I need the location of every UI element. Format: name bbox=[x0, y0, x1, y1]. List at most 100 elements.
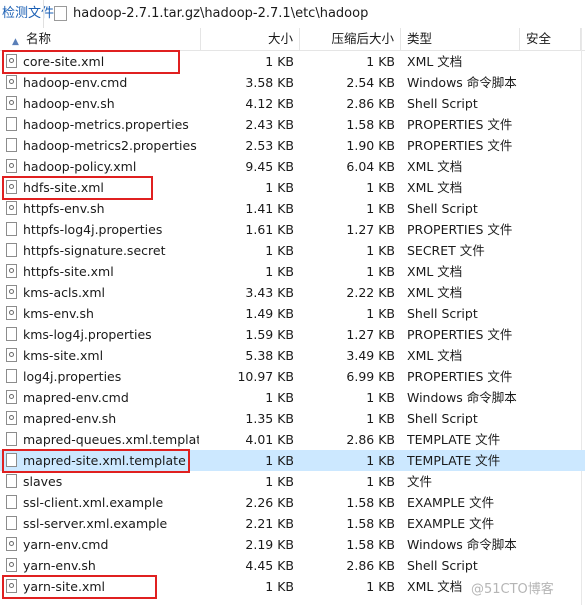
file-row[interactable]: kms-acls.xml 3.43 KB 2.22 KB XML 文档 bbox=[0, 282, 585, 303]
file-row[interactable]: httpfs-site.xml 1 KB 1 KB XML 文档 bbox=[0, 261, 585, 282]
file-size: 1 KB bbox=[265, 264, 294, 279]
file-name: mapred-env.sh bbox=[23, 411, 117, 426]
file-row[interactable]: mapred-queues.xml.template 4.01 KB 2.86 KB… bbox=[0, 429, 585, 450]
file-row[interactable]: kms-site.xml 5.38 KB 3.49 KB XML 文档 bbox=[0, 345, 585, 366]
watermark-text: @51CTO博客 bbox=[471, 582, 554, 597]
script-icon bbox=[6, 390, 19, 405]
file-row[interactable]: httpfs-signature.secret 1 KB 1 KB SECRET 文件 bbox=[0, 240, 585, 261]
file-type: PROPERTIES 文件 bbox=[407, 369, 513, 384]
file-size: 1.49 KB bbox=[245, 306, 294, 321]
file-row[interactable]: hadoop-policy.xml 9.45 KB 6.04 KB XML 文档 bbox=[0, 156, 585, 177]
file-row[interactable]: hadoop-metrics2.properties 2.53 KB 1.90 KB… bbox=[0, 135, 585, 156]
file-name: hadoop-env.sh bbox=[23, 96, 115, 111]
file-size: 2.43 KB bbox=[245, 117, 294, 132]
address-path[interactable]: hadoop-2.7.1.tar.gz\hadoop-2.7.1\etc\had… bbox=[73, 0, 368, 28]
file-row[interactable]: yarn-env.cmd 2.19 KB 1.58 KB Windows 命令脚本 bbox=[0, 534, 585, 555]
blank-file-icon bbox=[6, 495, 19, 510]
blank-file-icon bbox=[6, 516, 19, 531]
file-compressed-size: 1 KB bbox=[366, 390, 395, 405]
file-size: 4.12 KB bbox=[245, 96, 294, 111]
column-header-row: ▲ 名称 大小 压缩后大小 类型 安全 bbox=[0, 28, 585, 51]
file-size: 1.61 KB bbox=[245, 222, 294, 237]
file-row[interactable]: kms-env.sh 1.49 KB 1 KB Shell Script bbox=[0, 303, 585, 324]
file-compressed-size: 1 KB bbox=[366, 54, 395, 69]
file-row[interactable]: log4j.properties 10.97 KB 6.99 KB PROPERTIE… bbox=[0, 366, 585, 387]
file-type: 文件 bbox=[407, 474, 433, 489]
column-header-encrypted[interactable]: 安全 bbox=[520, 28, 581, 50]
blank-file-icon bbox=[6, 453, 19, 468]
column-header-compressed-size[interactable]: 压缩后大小 bbox=[300, 28, 401, 50]
file-size: 1.35 KB bbox=[245, 411, 294, 426]
file-type: PROPERTIES 文件 bbox=[407, 117, 513, 132]
file-type: XML 文档 bbox=[407, 180, 463, 195]
file-compressed-size: 1 KB bbox=[366, 474, 395, 489]
file-name: core-site.xml bbox=[23, 54, 105, 69]
file-row[interactable]: hadoop-metrics.properties 2.43 KB 1.58 KB P… bbox=[0, 114, 585, 135]
file-compressed-size: 1 KB bbox=[366, 243, 395, 258]
column-header-type[interactable]: 类型 bbox=[401, 28, 520, 50]
file-type: EXAMPLE 文件 bbox=[407, 495, 495, 510]
file-type: XML 文档 bbox=[407, 54, 463, 69]
blank-file-icon bbox=[6, 138, 19, 153]
back-nav-label[interactable]: 检测文件 bbox=[0, 0, 54, 28]
file-row[interactable]: ssl-server.xml.example 2.21 KB 1.58 KB EXAM… bbox=[0, 513, 585, 534]
file-name: yarn-env.cmd bbox=[23, 537, 109, 552]
file-name: ssl-client.xml.example bbox=[23, 495, 164, 510]
file-row[interactable]: hadoop-env.sh 4.12 KB 2.86 KB Shell Script bbox=[0, 93, 585, 114]
script-icon bbox=[6, 75, 19, 90]
file-compressed-size: 2.86 KB bbox=[346, 558, 395, 573]
blank-file-icon bbox=[6, 369, 19, 384]
file-name: kms-site.xml bbox=[23, 348, 104, 363]
file-name: hadoop-metrics2.properties bbox=[23, 138, 197, 153]
file-type: PROPERTIES 文件 bbox=[407, 222, 513, 237]
file-row[interactable]: httpfs-log4j.properties 1.61 KB 1.27 KB PRO… bbox=[0, 219, 585, 240]
blank-file-icon bbox=[6, 243, 19, 258]
file-type: Shell Script bbox=[407, 306, 478, 321]
toolbar-divider bbox=[43, 0, 44, 28]
file-compressed-size: 1 KB bbox=[366, 411, 395, 426]
file-compressed-size: 2.86 KB bbox=[346, 432, 395, 447]
file-type: XML 文档 bbox=[407, 285, 463, 300]
file-type: PROPERTIES 文件 bbox=[407, 138, 513, 153]
file-row[interactable]: hadoop-env.cmd 3.58 KB 2.54 KB Windows 命令脚本 bbox=[0, 72, 585, 93]
file-compressed-size: 1 KB bbox=[366, 264, 395, 279]
column-header-size[interactable]: 大小 bbox=[201, 28, 300, 50]
file-compressed-size: 1 KB bbox=[366, 180, 395, 195]
file-size: 4.45 KB bbox=[245, 558, 294, 573]
file-row[interactable]: yarn-env.sh 4.45 KB 2.86 KB Shell Script bbox=[0, 555, 585, 576]
file-type: XML 文档 bbox=[407, 348, 463, 363]
file-row[interactable]: ssl-client.xml.example 2.26 KB 1.58 KB EXAM… bbox=[0, 492, 585, 513]
file-name: httpfs-signature.secret bbox=[23, 243, 166, 258]
file-name: log4j.properties bbox=[23, 369, 122, 384]
file-row[interactable]: mapred-site.xml.template 1 KB 1 KB TEMPLATE… bbox=[0, 449, 585, 473]
file-row[interactable]: core-site.xml 1 KB 1 KB XML 文档 bbox=[0, 50, 585, 74]
file-row[interactable]: httpfs-env.sh 1.41 KB 1 KB Shell Script bbox=[0, 198, 585, 219]
file-size: 9.45 KB bbox=[245, 159, 294, 174]
document-icon bbox=[6, 159, 19, 174]
file-row[interactable]: mapred-env.sh 1.35 KB 1 KB Shell Script bbox=[0, 408, 585, 429]
file-row[interactable]: mapred-env.cmd 1 KB 1 KB Windows 命令脚本 bbox=[0, 387, 585, 408]
address-toolbar: 检测文件 hadoop-2.7.1.tar.gz\hadoop-2.7.1\et… bbox=[0, 0, 585, 29]
file-name: slaves bbox=[23, 474, 63, 489]
file-type: TEMPLATE 文件 bbox=[407, 453, 501, 468]
file-type: Shell Script bbox=[407, 96, 478, 111]
file-row[interactable]: kms-log4j.properties 1.59 KB 1.27 KB PROPER… bbox=[0, 324, 585, 345]
file-size: 2.21 KB bbox=[245, 516, 294, 531]
file-type: Shell Script bbox=[407, 201, 478, 216]
document-icon bbox=[6, 54, 19, 69]
file-compressed-size: 2.86 KB bbox=[346, 96, 395, 111]
file-type: Windows 命令脚本 bbox=[407, 75, 517, 90]
document-icon bbox=[6, 348, 19, 363]
file-row[interactable]: hdfs-site.xml 1 KB 1 KB XML 文档 bbox=[0, 176, 585, 200]
blank-file-icon bbox=[6, 222, 19, 237]
file-row[interactable]: slaves 1 KB 1 KB 文件 bbox=[0, 471, 585, 492]
file-size: 1 KB bbox=[265, 243, 294, 258]
file-name: ssl-server.xml.example bbox=[23, 516, 168, 531]
file-size: 10.97 KB bbox=[237, 369, 294, 384]
file-compressed-size: 1 KB bbox=[366, 579, 395, 594]
file-name: hadoop-metrics.properties bbox=[23, 117, 189, 132]
file-size: 1 KB bbox=[265, 54, 294, 69]
folder-icon bbox=[54, 6, 67, 21]
file-compressed-size: 6.99 KB bbox=[346, 369, 395, 384]
column-header-name[interactable]: ▲ 名称 bbox=[0, 28, 201, 50]
